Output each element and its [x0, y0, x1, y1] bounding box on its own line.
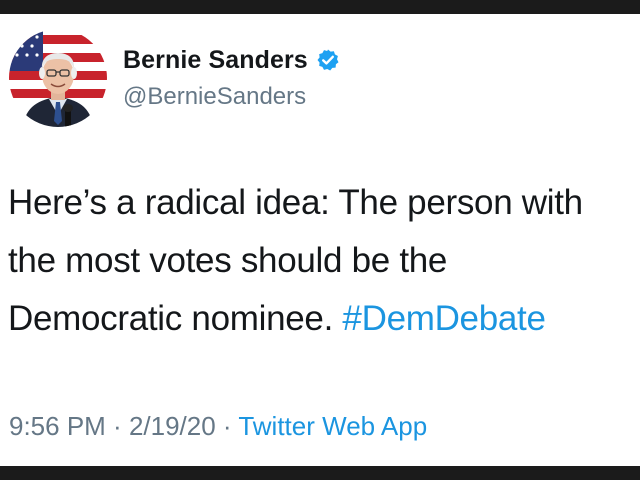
- verified-badge-icon: [316, 48, 340, 72]
- tweet-metadata: 9:56 PM · 2/19/20 · Twitter Web App: [9, 411, 427, 442]
- author-name-row[interactable]: Bernie Sanders: [123, 44, 340, 76]
- tweet-text-line: Here’s a radical idea: The person with: [8, 183, 583, 222]
- avatar[interactable]: [9, 29, 107, 127]
- hashtag-link[interactable]: #DemDebate: [342, 299, 546, 338]
- tweet-time[interactable]: 9:56 PM: [9, 411, 106, 441]
- tweet-text-segment: Democratic nominee.: [8, 299, 343, 338]
- meta-separator: ·: [215, 411, 239, 441]
- author-display-name[interactable]: Bernie Sanders: [123, 46, 308, 75]
- tweet-text: Here’s a radical idea: The person with t…: [8, 174, 638, 348]
- tweet-date[interactable]: 2/19/20: [129, 411, 216, 441]
- tweet-source-link[interactable]: Twitter Web App: [238, 411, 427, 441]
- meta-separator: ·: [105, 411, 129, 441]
- tweet-card: Bernie Sanders @BernieSanders Here’s a r…: [0, 14, 640, 466]
- author-handle[interactable]: @BernieSanders: [123, 83, 306, 111]
- tweet-text-line: the most votes should be the: [8, 241, 448, 280]
- bernie-sanders-portrait-avatar: [9, 29, 107, 127]
- tweet-text-line: Democratic nominee. #DemDebate: [8, 290, 638, 348]
